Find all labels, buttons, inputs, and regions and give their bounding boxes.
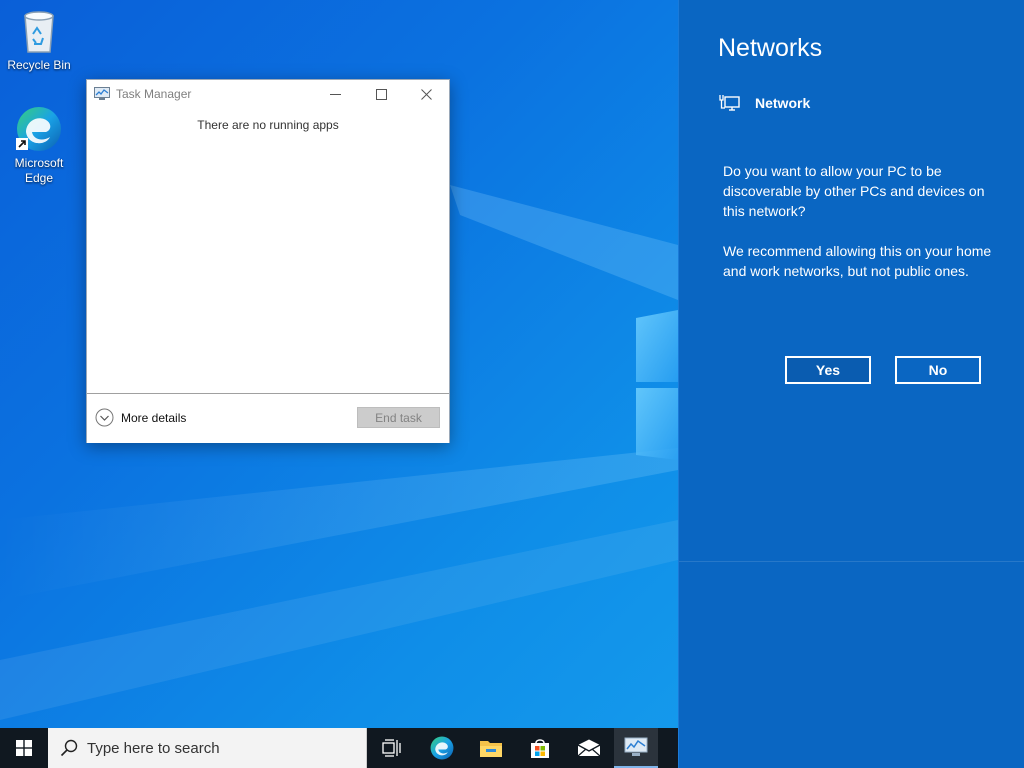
empty-apps-message: There are no running apps xyxy=(197,118,339,132)
more-details-toggle[interactable]: More details xyxy=(95,408,186,427)
taskbar-store-button[interactable] xyxy=(516,728,564,768)
taskbar-task-manager-button[interactable] xyxy=(614,728,658,768)
task-view-button[interactable] xyxy=(368,728,416,768)
panel-divider xyxy=(679,561,1024,562)
start-button[interactable] xyxy=(0,728,48,768)
discoverable-recommendation: We recommend allowing this on your home … xyxy=(723,243,992,279)
chevron-down-icon xyxy=(95,408,114,427)
search-placeholder: Type here to search xyxy=(87,739,220,757)
task-view-icon xyxy=(382,739,401,757)
recycle-bin-icon xyxy=(24,11,54,53)
taskbar-edge-button[interactable] xyxy=(418,728,466,768)
search-icon xyxy=(60,739,78,757)
mail-icon xyxy=(577,739,601,757)
discoverable-question: Do you want to allow your PC to be disco… xyxy=(723,163,985,219)
task-manager-icon xyxy=(624,737,648,756)
desktop-icon-microsoft-edge[interactable]: Microsoft Edge xyxy=(1,104,77,186)
task-manager-window: Task Manager There are no running apps M… xyxy=(86,79,450,443)
desktop-icon-label: Recycle Bin xyxy=(7,58,71,72)
window-title: Task Manager xyxy=(116,87,192,101)
more-details-label: More details xyxy=(121,410,187,425)
edge-icon xyxy=(430,736,454,760)
close-button[interactable] xyxy=(403,80,449,108)
end-task-button[interactable]: End task xyxy=(357,407,440,428)
task-manager-icon xyxy=(94,87,110,100)
taskbar-file-explorer-button[interactable] xyxy=(467,728,515,768)
no-button[interactable]: No xyxy=(895,356,981,384)
task-manager-footer: More details End task xyxy=(87,393,449,443)
network-entry: Network xyxy=(719,94,810,112)
taskbar-search-box[interactable]: Type here to search xyxy=(48,728,367,768)
file-explorer-icon xyxy=(480,741,502,757)
maximize-icon xyxy=(375,88,387,100)
store-icon xyxy=(531,739,549,758)
minimize-button[interactable] xyxy=(312,80,358,108)
edge-icon xyxy=(16,107,61,151)
windows-logo-icon xyxy=(16,740,32,756)
desktop-icon-label: Microsoft Edge xyxy=(14,156,64,185)
title-bar[interactable]: Task Manager xyxy=(87,80,449,108)
taskbar-mail-button[interactable] xyxy=(565,728,613,768)
maximize-button[interactable] xyxy=(358,80,404,108)
desktop: Recycle Bin Microsoft Edge Task Manager … xyxy=(0,0,1024,768)
yes-button[interactable]: Yes xyxy=(785,356,871,384)
close-icon xyxy=(420,88,432,100)
networks-flyout: Networks Network Do you want to allow yo… xyxy=(678,0,1024,768)
network-name: Network xyxy=(755,95,811,111)
desktop-icon-recycle-bin[interactable]: Recycle Bin xyxy=(1,8,77,73)
ethernet-icon xyxy=(719,95,740,111)
minimize-icon xyxy=(329,93,341,95)
networks-heading: Networks xyxy=(718,34,823,62)
taskbar: Type here to search xyxy=(0,728,678,768)
